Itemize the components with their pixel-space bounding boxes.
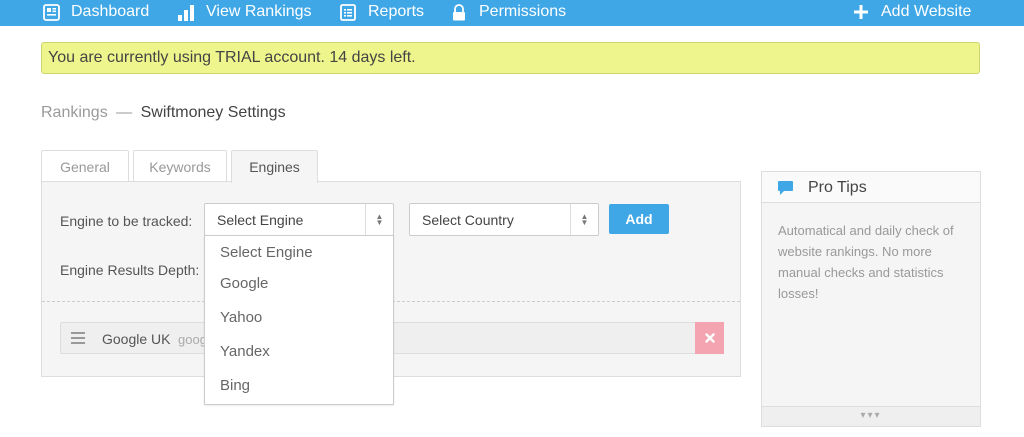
country-select-value: Select Country: [422, 212, 514, 228]
add-website-button[interactable]: Add Website: [851, 0, 971, 24]
engine-select-value: Select Engine: [217, 212, 304, 228]
nav-dashboard[interactable]: Dashboard: [41, 0, 149, 24]
nav-view-rankings-label: View Rankings: [206, 3, 312, 20]
engine-label: Engine to be tracked:: [60, 213, 193, 229]
close-icon: [704, 333, 715, 343]
reports-icon: [338, 2, 358, 22]
trial-banner: You are currently using TRIAL account. 1…: [41, 42, 980, 74]
tab-engines[interactable]: Engines: [231, 150, 318, 183]
engine-name: Google UK: [102, 331, 171, 347]
lock-icon: [449, 2, 469, 22]
add-engine-button[interactable]: Add: [609, 204, 669, 234]
dropdown-option-select-engine[interactable]: Select Engine: [220, 244, 313, 261]
dropdown-option-google[interactable]: Google: [220, 275, 268, 292]
nav-permissions[interactable]: Permissions: [449, 0, 566, 24]
tab-keywords[interactable]: Keywords: [133, 150, 227, 182]
pro-tips-title: Pro Tips: [808, 179, 867, 196]
nav-view-rankings[interactable]: View Rankings: [176, 0, 312, 24]
chat-icon: [777, 180, 794, 201]
bar-chart-icon: [176, 2, 196, 22]
tab-general[interactable]: General: [41, 150, 129, 182]
nav-reports[interactable]: Reports: [338, 0, 424, 24]
nav-dashboard-label: Dashboard: [71, 3, 150, 20]
pro-tips-body: Automatical and daily check of website r…: [778, 223, 954, 301]
engine-dropdown-menu: Select Engine Google Yahoo Yandex Bing: [204, 235, 394, 405]
breadcrumb-parent[interactable]: Rankings: [41, 104, 108, 121]
drag-handle-icon[interactable]: [71, 332, 85, 347]
dropdown-option-yahoo[interactable]: Yahoo: [220, 309, 262, 326]
breadcrumb-current: Swiftmoney Settings: [140, 104, 286, 121]
dropdown-option-yandex[interactable]: Yandex: [220, 343, 270, 360]
breadcrumb: Rankings — Swiftmoney Settings: [41, 104, 286, 122]
engine-select[interactable]: Select Engine ▲ ▼: [204, 203, 394, 236]
plus-icon: [851, 2, 871, 22]
nav-permissions-label: Permissions: [479, 3, 567, 20]
select-arrows-icon: ▲ ▼: [570, 204, 598, 235]
pro-tips-panel: Pro Tips Automatical and daily check of …: [761, 171, 981, 427]
pro-tips-expand[interactable]: ▾▾▾: [762, 406, 980, 426]
dropdown-option-bing[interactable]: Bing: [220, 377, 250, 394]
breadcrumb-separator: —: [116, 104, 133, 121]
depth-label: Engine Results Depth:: [60, 262, 200, 278]
nav-reports-label: Reports: [368, 3, 425, 20]
dashboard-icon: [41, 2, 61, 22]
add-website-label: Add Website: [881, 3, 972, 20]
select-arrows-icon: ▲ ▼: [365, 204, 393, 235]
top-navbar: Dashboard View Rankings Reports Permissi…: [0, 0, 1024, 26]
engine-domain: goog: [178, 332, 207, 347]
pro-tips-header: Pro Tips: [762, 172, 980, 203]
country-select[interactable]: Select Country ▲ ▼: [409, 203, 599, 236]
remove-engine-button[interactable]: [695, 322, 724, 354]
